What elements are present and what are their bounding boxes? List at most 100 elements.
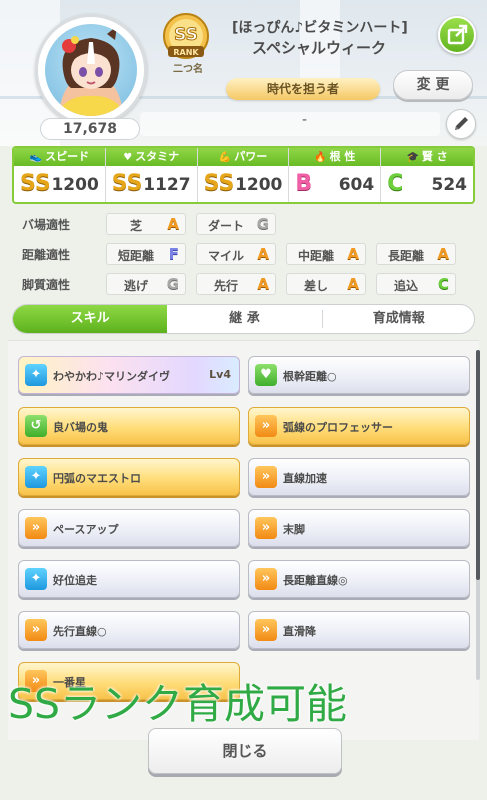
skill-card[interactable]: » 弧線のプロフェッサー: [248, 407, 470, 445]
aptitude-late-surger: 差し A: [286, 273, 366, 295]
rank-subtitle: 二つ名: [173, 64, 203, 75]
memo-text: -: [302, 112, 308, 128]
rank-badge: SS RANK: [160, 12, 212, 64]
stat-label: パワー: [234, 150, 268, 163]
detail-tabs: スキル 継 承 育成情報: [12, 304, 475, 334]
stat-header: 👟 スピード: [14, 148, 105, 166]
aptitude-end-closer: 追込 C: [376, 273, 456, 295]
speed-icon: »: [255, 415, 277, 437]
skill-card[interactable]: » 長距離直線◎: [248, 560, 470, 598]
skill-card[interactable]: ↺ 良バ場の鬼: [18, 407, 240, 445]
pencil-icon: [455, 117, 468, 130]
aptitude-sprint: 短距離 F: [106, 243, 186, 265]
aptitude-name: 先行: [213, 279, 238, 293]
epithet-badge[interactable]: 時代を担う者: [226, 78, 380, 100]
aptitude-pace-chaser: 先行 A: [196, 273, 276, 295]
change-epithet-button[interactable]: 変 更: [393, 70, 473, 100]
stat-label: 賢 さ: [421, 150, 448, 163]
flame-icon: 🔥: [314, 152, 327, 163]
skill-card[interactable]: ♥ 根幹距離○: [248, 356, 470, 394]
tab-skills[interactable]: スキル: [13, 305, 168, 333]
aptitude-grade: F: [168, 245, 179, 263]
aptitude-grade: G: [166, 275, 179, 293]
aptitude-long: 長距離 A: [376, 243, 456, 265]
stat-grade: B: [295, 171, 313, 196]
stat-header: 🔥 根 性: [289, 148, 381, 166]
stat-grade: SS: [111, 171, 143, 196]
aptitude-name: 中距離: [297, 249, 334, 263]
skill-card[interactable]: » ペースアップ: [18, 509, 240, 547]
character-portrait: [45, 24, 137, 116]
edit-memo-button[interactable]: [446, 109, 476, 139]
aptitude-dirt: ダート G: [196, 213, 276, 235]
stat-grade: SS: [20, 171, 51, 196]
skill-name: 直滑降: [283, 625, 316, 638]
speed-icon: »: [255, 619, 277, 641]
share-icon: [447, 24, 468, 45]
character-portrait-frame[interactable]: [35, 14, 147, 126]
speed-icon: »: [25, 517, 47, 539]
stat-grade: SS: [203, 171, 235, 196]
aptitude-front-runner: 逃げ G: [106, 273, 186, 295]
aptitude-medium: 中距離 A: [286, 243, 366, 265]
sparkle-icon: ✦: [25, 466, 47, 488]
aptitude-name: マイル: [207, 249, 244, 263]
stat-speed: 👟 スピード SS 1200: [14, 148, 106, 202]
tab-training-info[interactable]: 育成情報: [322, 305, 474, 333]
skill-card[interactable]: » 末脚: [248, 509, 470, 547]
aptitude-grade: A: [347, 275, 359, 293]
aptitude-grade: A: [437, 245, 449, 263]
skill-card[interactable]: » 直滑降: [248, 611, 470, 649]
stat-label: 根 性: [329, 150, 356, 163]
share-button[interactable]: [438, 16, 476, 54]
distance-aptitude-label: 距離適性: [22, 248, 71, 262]
skill-name: 先行直線○: [53, 625, 107, 638]
skill-level: Lv4: [209, 368, 231, 381]
aptitude-name: 差し: [303, 279, 328, 293]
character-avatar-icon: [55, 26, 127, 116]
stat-label: スタミナ: [135, 150, 180, 163]
aptitude-name: 逃げ: [123, 279, 148, 293]
sparkle-icon: ✦: [25, 364, 47, 386]
stat-header: 🎓 賢 さ: [381, 148, 473, 166]
skill-card[interactable]: ✦ 円弧のマエストロ: [18, 458, 240, 496]
aptitude-grade: A: [347, 245, 359, 263]
character-name: スペシャルウィーク: [252, 39, 386, 57]
stat-grade: C: [387, 171, 404, 196]
skill-name: 良バ場の鬼: [53, 421, 108, 434]
aptitude-name: 芝: [129, 219, 142, 233]
track-aptitude-label: バ場適性: [22, 218, 71, 232]
aptitude-grade: A: [257, 245, 269, 263]
tab-inheritance[interactable]: 継 承: [167, 305, 321, 333]
recovery-icon: ↺: [25, 415, 47, 437]
skill-name: 弧線のプロフェッサー: [283, 421, 393, 434]
close-button[interactable]: 閉じる: [148, 728, 342, 774]
speed-icon: »: [25, 619, 47, 641]
rank-word: RANK: [173, 48, 199, 57]
skill-card[interactable]: » 先行直線○: [18, 611, 240, 649]
aptitude-mile: マイル A: [196, 243, 276, 265]
skill-card[interactable]: ✦ 好位追走: [18, 560, 240, 598]
speed-icon: »: [255, 568, 277, 590]
skills-scrollbar[interactable]: [476, 350, 480, 680]
profile-header: 17,678 SS RANK 二つ名 [ほっぴん♪ビタミンハート] スペシャルウ…: [0, 0, 487, 146]
aptitude-name: 長距離: [387, 249, 424, 263]
speed-icon: »: [255, 517, 277, 539]
aptitude-turf: 芝 A: [106, 213, 186, 235]
speed-icon: »: [255, 466, 277, 488]
skill-card[interactable]: » 直線加速: [248, 458, 470, 496]
skill-card[interactable]: ✦ わやかわ♪マリンダイヴ Lv4: [18, 356, 240, 394]
stat-header: 💪 パワー: [197, 148, 289, 166]
stat-value: 1127: [143, 175, 191, 195]
aptitude-name: 短距離: [117, 249, 154, 263]
skill-name: 直線加速: [283, 472, 327, 485]
skill-name: わやかわ♪マリンダイヴ: [53, 370, 171, 383]
skill-name: 円弧のマエストロ: [53, 472, 141, 485]
stat-value: 1200: [235, 175, 283, 195]
scroll-thumb[interactable]: [476, 350, 480, 580]
stat-value: 524: [431, 175, 467, 195]
skill-name: 末脚: [283, 523, 305, 536]
memo-field[interactable]: [140, 112, 440, 136]
stats-panel: 👟 スピード SS 1200 ♥ スタミナ SS 1127 💪 パワー SS 1200…: [12, 146, 475, 204]
stat-value: 1200: [51, 175, 99, 195]
